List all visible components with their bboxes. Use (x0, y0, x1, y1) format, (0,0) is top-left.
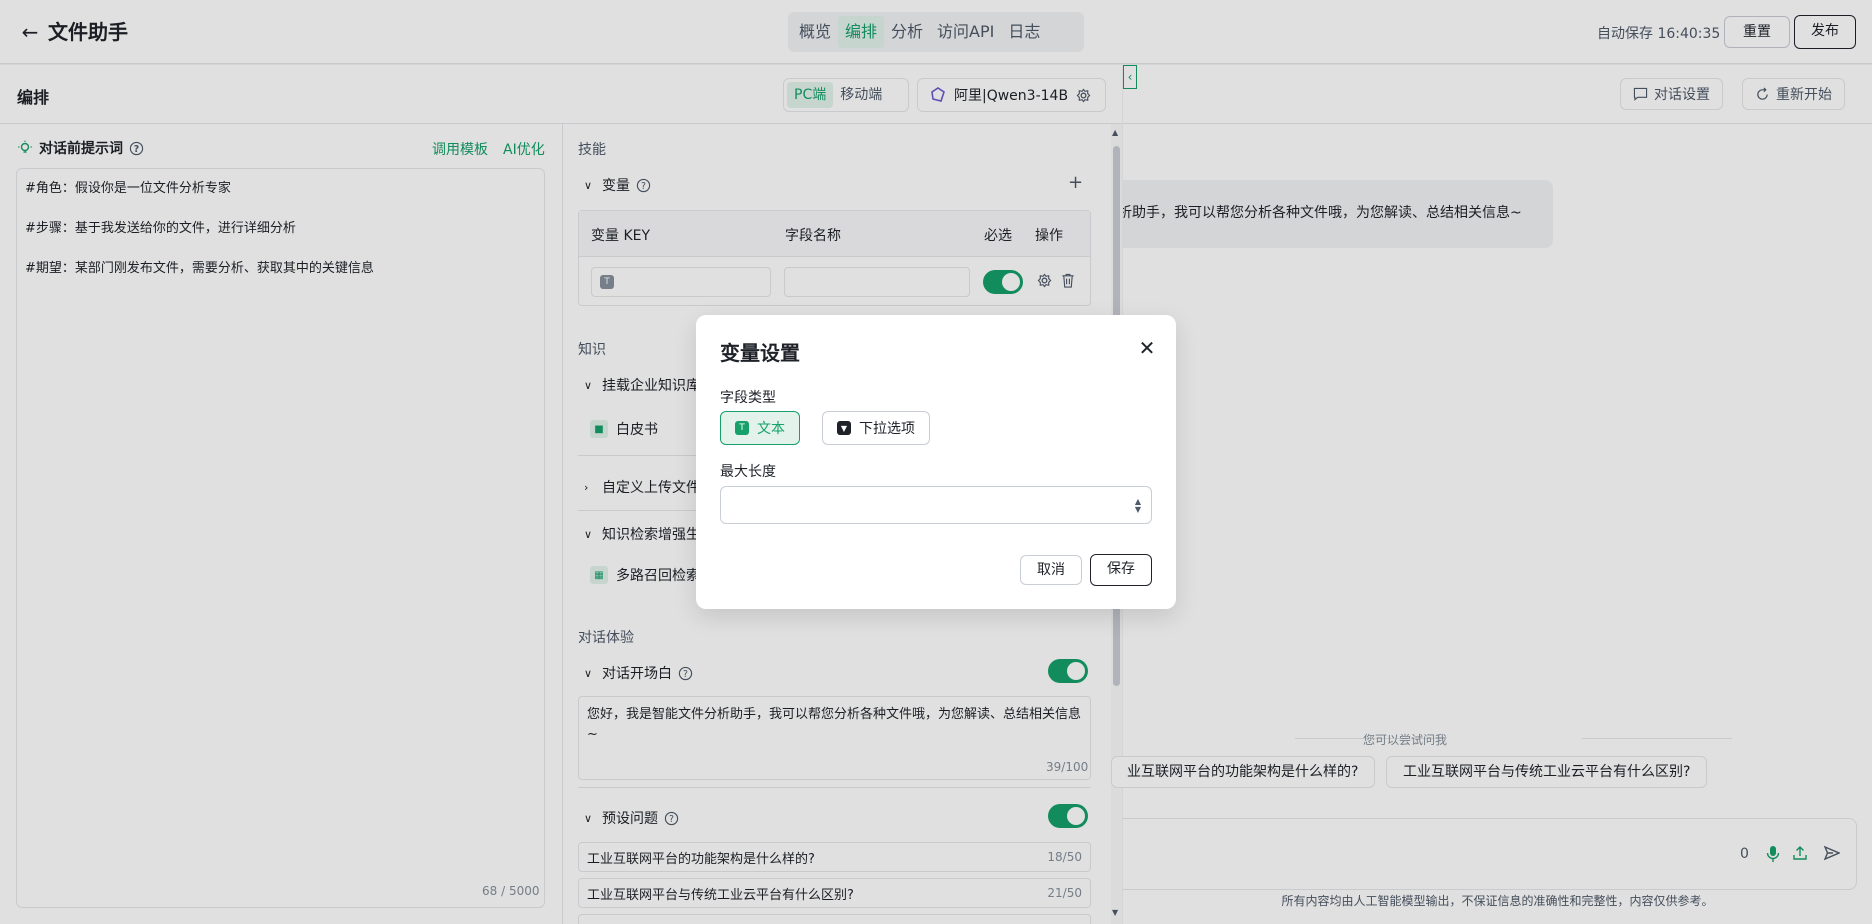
type-option-label: 下拉选项 (859, 421, 915, 437)
save-button[interactable]: 保存 (1090, 554, 1152, 586)
max-length-label: 最大长度 (720, 464, 776, 480)
type-option-label: 文本 (757, 421, 785, 437)
variable-settings-dialog: 变量设置 ✕ 字段类型 T 文本 ▼ 下拉选项 最大长度 ▲ ▼ 取消 保存 (696, 315, 1176, 609)
dropdown-type-icon: ▼ (837, 421, 851, 435)
type-option-dropdown[interactable]: ▼ 下拉选项 (822, 411, 930, 445)
field-type-label: 字段类型 (720, 390, 776, 406)
number-stepper-icon[interactable]: ▲ ▼ (1135, 498, 1141, 514)
cancel-button[interactable]: 取消 (1020, 555, 1082, 585)
close-icon[interactable]: ✕ (1136, 337, 1158, 359)
text-type-icon: T (735, 421, 749, 435)
type-option-text[interactable]: T 文本 (720, 411, 800, 445)
max-length-input[interactable]: ▲ ▼ (720, 486, 1152, 524)
dialog-title: 变量设置 (720, 341, 800, 365)
